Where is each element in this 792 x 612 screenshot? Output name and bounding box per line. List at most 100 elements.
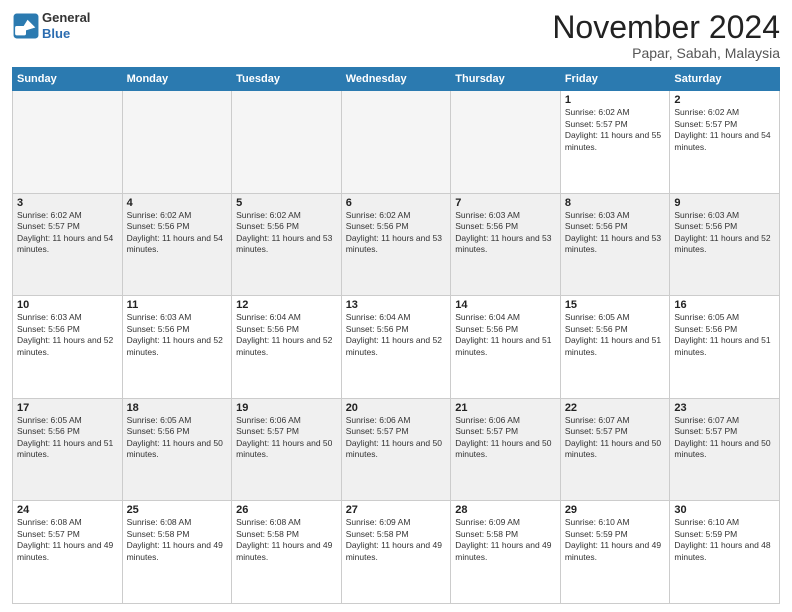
day-info: Sunrise: 6:09 AMSunset: 5:58 PMDaylight:… [346, 517, 447, 563]
calendar-cell: 3Sunrise: 6:02 AMSunset: 5:57 PMDaylight… [13, 193, 123, 296]
day-info: Sunrise: 6:03 AMSunset: 5:56 PMDaylight:… [565, 210, 666, 256]
day-info: Sunrise: 6:02 AMSunset: 5:57 PMDaylight:… [674, 107, 775, 153]
day-number: 10 [17, 299, 118, 311]
calendar-cell: 30Sunrise: 6:10 AMSunset: 5:59 PMDayligh… [670, 501, 780, 604]
day-number: 30 [674, 504, 775, 516]
header-monday: Monday [122, 68, 232, 91]
day-info: Sunrise: 6:05 AMSunset: 5:56 PMDaylight:… [674, 312, 775, 358]
day-number: 21 [455, 402, 556, 414]
calendar-cell: 9Sunrise: 6:03 AMSunset: 5:56 PMDaylight… [670, 193, 780, 296]
day-number: 26 [236, 504, 337, 516]
page: General Blue November 2024 Papar, Sabah,… [0, 0, 792, 612]
calendar-cell: 27Sunrise: 6:09 AMSunset: 5:58 PMDayligh… [341, 501, 451, 604]
calendar-cell: 18Sunrise: 6:05 AMSunset: 5:56 PMDayligh… [122, 398, 232, 501]
day-info: Sunrise: 6:03 AMSunset: 5:56 PMDaylight:… [127, 312, 228, 358]
calendar-cell: 4Sunrise: 6:02 AMSunset: 5:56 PMDaylight… [122, 193, 232, 296]
calendar-cell: 23Sunrise: 6:07 AMSunset: 5:57 PMDayligh… [670, 398, 780, 501]
calendar-cell: 7Sunrise: 6:03 AMSunset: 5:56 PMDaylight… [451, 193, 561, 296]
day-number: 23 [674, 402, 775, 414]
calendar-cell: 26Sunrise: 6:08 AMSunset: 5:58 PMDayligh… [232, 501, 342, 604]
day-info: Sunrise: 6:02 AMSunset: 5:56 PMDaylight:… [346, 210, 447, 256]
calendar-cell: 20Sunrise: 6:06 AMSunset: 5:57 PMDayligh… [341, 398, 451, 501]
day-info: Sunrise: 6:02 AMSunset: 5:57 PMDaylight:… [17, 210, 118, 256]
day-number: 25 [127, 504, 228, 516]
logo-text: General Blue [42, 10, 90, 41]
day-info: Sunrise: 6:09 AMSunset: 5:58 PMDaylight:… [455, 517, 556, 563]
header-wednesday: Wednesday [341, 68, 451, 91]
day-info: Sunrise: 6:02 AMSunset: 5:56 PMDaylight:… [236, 210, 337, 256]
calendar-cell: 15Sunrise: 6:05 AMSunset: 5:56 PMDayligh… [560, 296, 670, 399]
day-number: 12 [236, 299, 337, 311]
calendar-table: Sunday Monday Tuesday Wednesday Thursday… [12, 67, 780, 604]
calendar-cell: 8Sunrise: 6:03 AMSunset: 5:56 PMDaylight… [560, 193, 670, 296]
calendar-week-1: 1 Sunrise: 6:02 AMSunset: 5:57 PMDaylight… [13, 91, 780, 194]
calendar-cell: 13Sunrise: 6:04 AMSunset: 5:56 PMDayligh… [341, 296, 451, 399]
calendar-cell [341, 91, 451, 194]
calendar-cell: 29Sunrise: 6:10 AMSunset: 5:59 PMDayligh… [560, 501, 670, 604]
calendar-cell: 24Sunrise: 6:08 AMSunset: 5:57 PMDayligh… [13, 501, 123, 604]
header-friday: Friday [560, 68, 670, 91]
day-info: Sunrise: 6:07 AMSunset: 5:57 PMDaylight:… [674, 415, 775, 461]
day-number: 15 [565, 299, 666, 311]
day-number: 16 [674, 299, 775, 311]
day-number: 27 [346, 504, 447, 516]
calendar-week-3: 10Sunrise: 6:03 AMSunset: 5:56 PMDayligh… [13, 296, 780, 399]
calendar-cell: 11Sunrise: 6:03 AMSunset: 5:56 PMDayligh… [122, 296, 232, 399]
location: Papar, Sabah, Malaysia [552, 45, 780, 61]
calendar-cell [13, 91, 123, 194]
day-info: Sunrise: 6:08 AMSunset: 5:57 PMDaylight:… [17, 517, 118, 563]
day-info: Sunrise: 6:04 AMSunset: 5:56 PMDaylight:… [455, 312, 556, 358]
day-number: 5 [236, 197, 337, 209]
header-tuesday: Tuesday [232, 68, 342, 91]
logo: General Blue [12, 10, 90, 41]
calendar-cell: 1Sunrise: 6:02 AMSunset: 5:57 PMDaylight… [560, 91, 670, 194]
day-number: 19 [236, 402, 337, 414]
calendar-cell: 22Sunrise: 6:07 AMSunset: 5:57 PMDayligh… [560, 398, 670, 501]
calendar-cell: 12Sunrise: 6:04 AMSunset: 5:56 PMDayligh… [232, 296, 342, 399]
day-number: 6 [346, 197, 447, 209]
day-info: Sunrise: 6:08 AMSunset: 5:58 PMDaylight:… [236, 517, 337, 563]
day-number: 24 [17, 504, 118, 516]
calendar-cell: 19Sunrise: 6:06 AMSunset: 5:57 PMDayligh… [232, 398, 342, 501]
calendar-cell: 21Sunrise: 6:06 AMSunset: 5:57 PMDayligh… [451, 398, 561, 501]
calendar-cell [451, 91, 561, 194]
day-number: 11 [127, 299, 228, 311]
day-number: 2 [674, 94, 775, 106]
day-number: 8 [565, 197, 666, 209]
day-info: Sunrise: 6:04 AMSunset: 5:56 PMDaylight:… [346, 312, 447, 358]
header-thursday: Thursday [451, 68, 561, 91]
day-info: Sunrise: 6:10 AMSunset: 5:59 PMDaylight:… [674, 517, 775, 563]
day-number: 18 [127, 402, 228, 414]
calendar-cell: 28Sunrise: 6:09 AMSunset: 5:58 PMDayligh… [451, 501, 561, 604]
calendar-week-2: 3Sunrise: 6:02 AMSunset: 5:57 PMDaylight… [13, 193, 780, 296]
day-info: Sunrise: 6:02 AMSunset: 5:56 PMDaylight:… [127, 210, 228, 256]
calendar-cell: 16Sunrise: 6:05 AMSunset: 5:56 PMDayligh… [670, 296, 780, 399]
calendar-cell: 5Sunrise: 6:02 AMSunset: 5:56 PMDaylight… [232, 193, 342, 296]
calendar-week-4: 17Sunrise: 6:05 AMSunset: 5:56 PMDayligh… [13, 398, 780, 501]
header: General Blue November 2024 Papar, Sabah,… [12, 10, 780, 61]
day-number: 22 [565, 402, 666, 414]
calendar-cell: 25Sunrise: 6:08 AMSunset: 5:58 PMDayligh… [122, 501, 232, 604]
logo-icon [12, 12, 40, 40]
title-block: November 2024 Papar, Sabah, Malaysia [552, 10, 780, 61]
calendar-week-5: 24Sunrise: 6:08 AMSunset: 5:57 PMDayligh… [13, 501, 780, 604]
header-saturday: Saturday [670, 68, 780, 91]
calendar-cell: 10Sunrise: 6:03 AMSunset: 5:56 PMDayligh… [13, 296, 123, 399]
day-number: 4 [127, 197, 228, 209]
calendar-cell [122, 91, 232, 194]
day-number: 9 [674, 197, 775, 209]
day-info: Sunrise: 6:04 AMSunset: 5:56 PMDaylight:… [236, 312, 337, 358]
day-info: Sunrise: 6:06 AMSunset: 5:57 PMDaylight:… [455, 415, 556, 461]
day-info: Sunrise: 6:03 AMSunset: 5:56 PMDaylight:… [455, 210, 556, 256]
day-number: 28 [455, 504, 556, 516]
day-info: Sunrise: 6:10 AMSunset: 5:59 PMDaylight:… [565, 517, 666, 563]
day-info: Sunrise: 6:05 AMSunset: 5:56 PMDaylight:… [17, 415, 118, 461]
day-number: 20 [346, 402, 447, 414]
day-number: 1 [565, 94, 666, 106]
day-info: Sunrise: 6:03 AMSunset: 5:56 PMDaylight:… [17, 312, 118, 358]
day-number: 29 [565, 504, 666, 516]
day-number: 7 [455, 197, 556, 209]
calendar-cell: 17Sunrise: 6:05 AMSunset: 5:56 PMDayligh… [13, 398, 123, 501]
day-number: 3 [17, 197, 118, 209]
day-info: Sunrise: 6:06 AMSunset: 5:57 PMDaylight:… [236, 415, 337, 461]
